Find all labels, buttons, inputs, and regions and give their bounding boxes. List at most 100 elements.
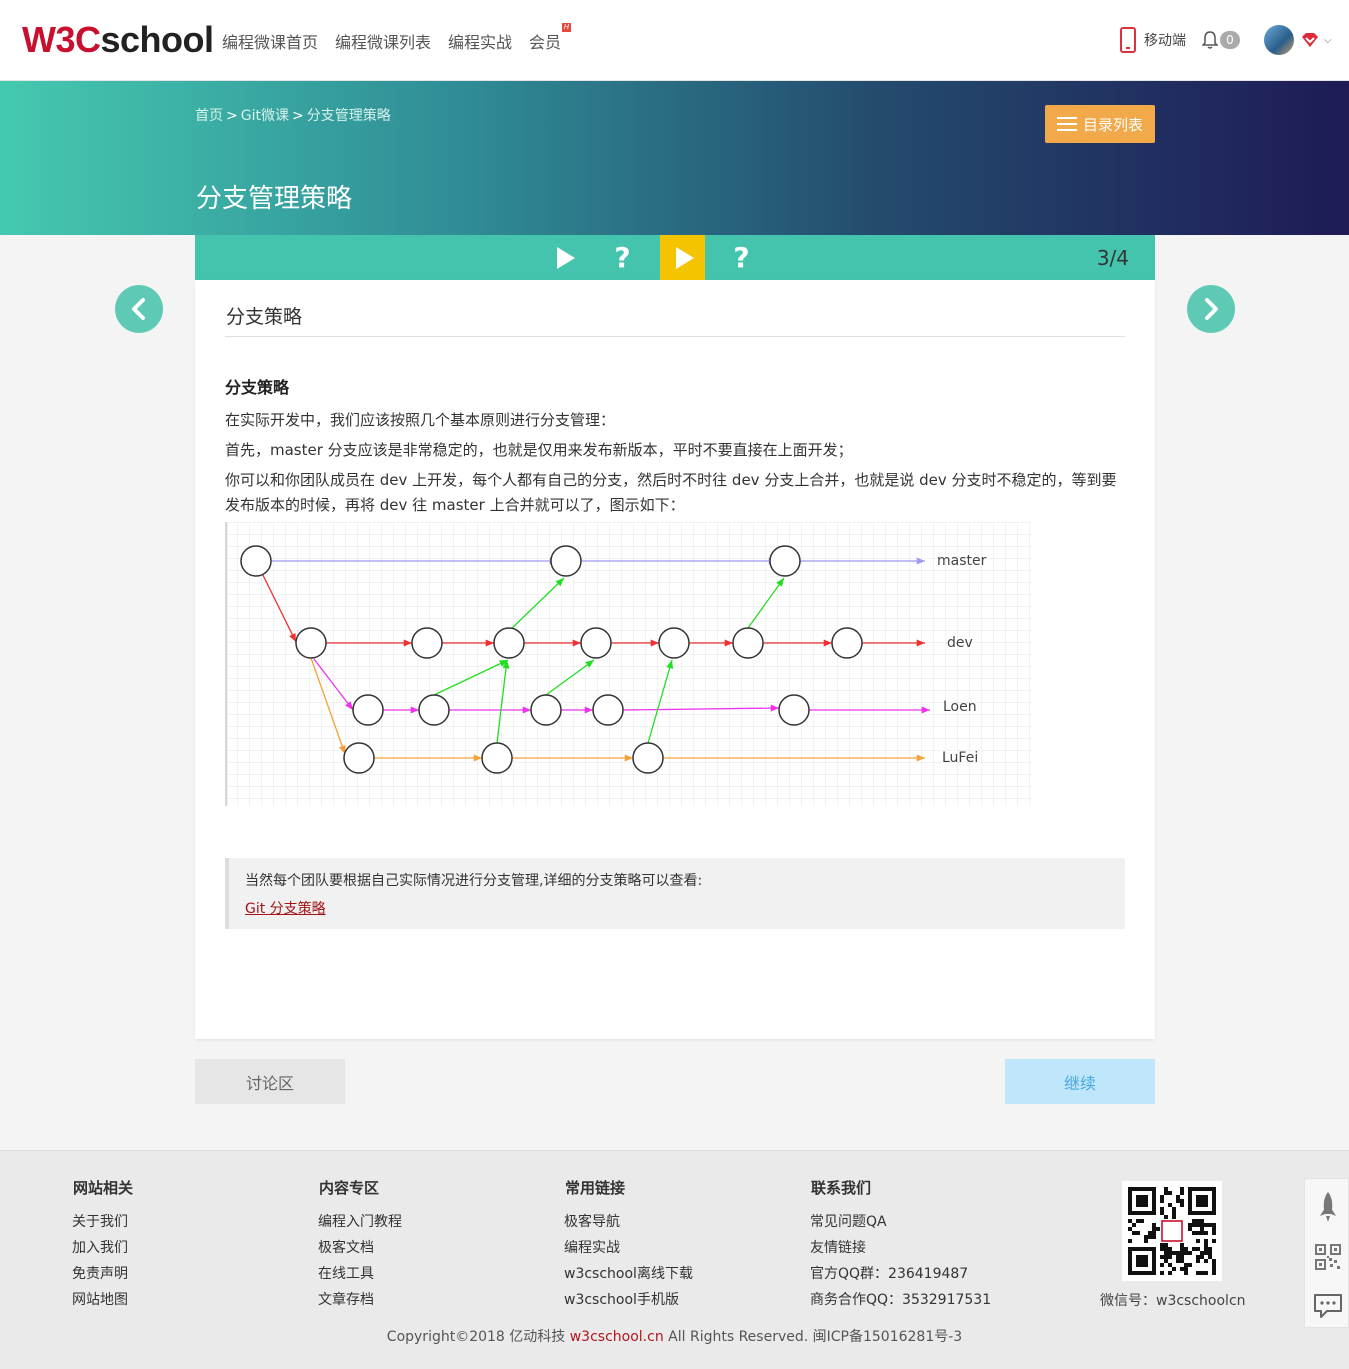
commit-node <box>481 742 513 774</box>
footer-column-title: 内容专区 <box>319 1179 380 1197</box>
nav-item-vip[interactable]: 会员 H <box>529 23 572 53</box>
paragraph: 你可以和你团队成员在 dev 上开发，每个人都有自己的分支，然后时不时往 dev… <box>225 471 1117 514</box>
breadcrumb-current: 分支管理策略 <box>306 108 391 124</box>
breadcrumb-separator: > <box>226 108 238 124</box>
lesson-card: 分支策略 分支策略 在实际开发中，我们应该按照几个基本原则进行分支管理： 首先，… <box>195 280 1155 1039</box>
footer-link[interactable]: 极客导航 <box>564 1209 693 1235</box>
floating-toolbar <box>1304 1178 1349 1328</box>
step-counter: 3/4 <box>1096 246 1129 270</box>
divider <box>225 336 1125 337</box>
commit-node <box>550 545 582 577</box>
footer-column-title: 网站相关 <box>73 1179 134 1197</box>
branch-label-loen: Loen <box>943 699 977 715</box>
commit-node <box>831 627 863 659</box>
footer-column-site: 网站相关 关于我们 加入我们 免责声明 网站地图 <box>72 1177 133 1313</box>
step-progress-bar: ? ? 3/4 <box>195 235 1155 280</box>
mobile-link[interactable]: 移动端 <box>1144 30 1186 50</box>
footer-text: 官方QQ群：236419487 <box>810 1266 969 1282</box>
commit-node <box>658 627 690 659</box>
chevron-right-icon <box>1205 298 1218 320</box>
footer-link[interactable]: w3cschool离线下载 <box>564 1261 693 1287</box>
chevron-left-icon <box>132 298 145 320</box>
menu-icon <box>1056 117 1077 131</box>
discussion-button[interactable]: 讨论区 <box>195 1059 345 1104</box>
step-4-question[interactable]: ? <box>719 235 764 280</box>
main-nav: 编程微课首页 编程微课列表 编程实战 会员 H <box>222 23 572 53</box>
commit-node <box>632 742 664 774</box>
site-logo[interactable]: W3Cschool <box>22 18 214 62</box>
feedback-button[interactable] <box>1305 1282 1349 1330</box>
mobile-phone-icon[interactable] <box>1120 27 1136 53</box>
qr-code-small-icon <box>1314 1244 1341 1270</box>
footer: 网站相关 关于我们 加入我们 免责声明 网站地图 内容专区 编程入门教程 极客文… <box>0 1150 1349 1369</box>
footer-column-title: 联系我们 <box>811 1179 872 1197</box>
bell-icon[interactable] <box>1202 30 1218 50</box>
footer-link[interactable]: 编程入门教程 <box>318 1209 402 1235</box>
notification-count-badge: 0 <box>1220 31 1240 49</box>
footer-link[interactable]: w3cschool手机版 <box>564 1287 693 1313</box>
branch-label-lufei: LuFei <box>942 750 978 766</box>
footer-link[interactable]: 编程实战 <box>564 1235 693 1261</box>
qr-code-icon <box>1128 1187 1216 1275</box>
question-icon: ? <box>733 241 750 274</box>
avatar[interactable] <box>1264 25 1294 55</box>
nav-item-practice[interactable]: 编程实战 <box>448 29 512 53</box>
section-title: 分支策略 <box>225 378 290 397</box>
git-branch-diagram: master dev Loen LuFei <box>225 522 1031 806</box>
commit-node <box>240 545 272 577</box>
course-banner: 首页 > Git微课 > 分支管理策略 分支管理策略 目录列表 <box>0 81 1349 235</box>
commit-node <box>352 694 384 726</box>
commit-node <box>493 627 525 659</box>
breadcrumb-git-course[interactable]: Git微课 <box>241 108 289 124</box>
play-icon <box>556 246 575 269</box>
step-2-question[interactable]: ? <box>600 235 645 280</box>
chat-bubble-icon <box>1313 1294 1342 1318</box>
footer-link[interactable]: 在线工具 <box>318 1261 402 1287</box>
lesson-heading: 分支策略 <box>226 306 303 328</box>
vip-diamond-icon[interactable] <box>1300 32 1320 48</box>
wechat-qr-code <box>1122 1181 1222 1281</box>
top-navbar: W3Cschool 编程微课首页 编程微课列表 编程实战 会员 H 移动端 0 ⌵ <box>0 0 1349 81</box>
note-text: 当然每个团队要根据自己实际情况进行分支管理,详细的分支策略可以查看: <box>245 873 703 889</box>
commit-node <box>295 627 327 659</box>
git-branch-strategy-link[interactable]: Git 分支策略 <box>245 898 326 918</box>
commit-node <box>778 694 810 726</box>
nav-item-course-home[interactable]: 编程微课首页 <box>222 29 318 53</box>
footer-link[interactable]: 友情链接 <box>810 1235 991 1261</box>
breadcrumb-separator: > <box>291 108 304 124</box>
next-step-button[interactable] <box>1187 285 1235 333</box>
qr-code-button[interactable] <box>1305 1233 1349 1281</box>
note-blockquote: 当然每个团队要根据自己实际情况进行分支管理,详细的分支策略可以查看: Git 分… <box>225 858 1125 929</box>
continue-button[interactable]: 继续 <box>1005 1059 1155 1104</box>
copyright: Copyright©2018 亿动科技 w3cschool.cn All Rig… <box>386 1329 963 1345</box>
previous-step-button[interactable] <box>115 285 163 333</box>
footer-link[interactable]: 免责声明 <box>72 1261 133 1287</box>
back-to-top-button[interactable] <box>1305 1183 1349 1231</box>
nav-item-course-list[interactable]: 编程微课列表 <box>335 29 431 53</box>
rocket-icon <box>1319 1192 1336 1222</box>
site-link[interactable]: w3cschool.cn <box>570 1329 664 1345</box>
footer-link[interactable]: 网站地图 <box>72 1287 133 1313</box>
wechat-id: 微信号：w3cschoolcn <box>1100 1293 1246 1309</box>
footer-column-title: 常用链接 <box>565 1179 626 1197</box>
footer-link[interactable]: 文章存档 <box>318 1287 402 1313</box>
footer-link[interactable]: 关于我们 <box>72 1209 133 1235</box>
footer-link[interactable]: 常见问题QA <box>810 1209 991 1235</box>
commit-node <box>530 694 562 726</box>
commit-node <box>732 627 764 659</box>
step-1-play[interactable] <box>541 235 586 280</box>
play-icon <box>675 246 694 269</box>
chevron-down-icon[interactable]: ⌵ <box>1324 35 1332 46</box>
breadcrumb: 首页 > Git微课 > 分支管理策略 <box>195 105 391 125</box>
commit-node <box>769 545 801 577</box>
catalog-button-label: 目录列表 <box>1082 115 1143 134</box>
paragraph: 在实际开发中，我们应该按照几个基本原则进行分支管理： <box>225 411 616 429</box>
breadcrumb-home[interactable]: 首页 <box>195 108 223 124</box>
catalog-button[interactable]: 目录列表 <box>1045 105 1155 143</box>
footer-link[interactable]: 极客文档 <box>318 1235 402 1261</box>
commit-node <box>580 627 612 659</box>
footer-link[interactable]: 加入我们 <box>72 1235 133 1261</box>
page-title: 分支管理策略 <box>196 184 353 214</box>
step-3-play[interactable] <box>660 235 705 280</box>
user-toolbar: 移动端 0 ⌵ <box>1120 25 1332 55</box>
